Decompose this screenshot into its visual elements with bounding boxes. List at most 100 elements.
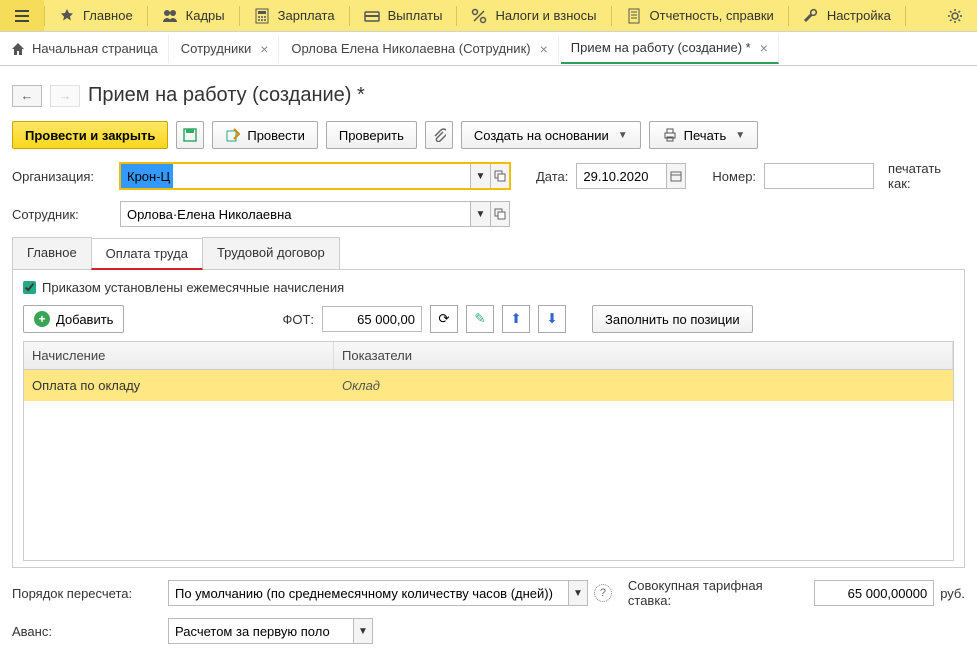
menu-salary[interactable]: Зарплата bbox=[240, 0, 349, 31]
open-ref-button[interactable] bbox=[490, 201, 510, 227]
tab-pay[interactable]: Оплата труда bbox=[91, 238, 203, 270]
crumb-hire-doc[interactable]: Прием на работу (создание) * × bbox=[561, 34, 779, 64]
star-icon bbox=[59, 8, 75, 24]
menu-label: Налоги и взносы bbox=[495, 8, 596, 23]
col-indicators[interactable]: Показатели bbox=[334, 342, 953, 369]
recalc-field: ▼ bbox=[168, 580, 588, 606]
advance-label: Аванс: bbox=[12, 624, 162, 639]
advance-input[interactable] bbox=[168, 618, 353, 644]
calendar-button[interactable] bbox=[666, 163, 686, 189]
number-input[interactable] bbox=[764, 163, 874, 189]
pay-toolbar: + Добавить ФОТ: ⟳ ✎ ⬆ ⬇ Заполнить по поз… bbox=[23, 305, 954, 333]
chevron-down-icon: ▼ bbox=[618, 130, 628, 141]
save-button[interactable] bbox=[176, 121, 204, 149]
home-icon bbox=[10, 41, 26, 57]
menu-hamburger[interactable] bbox=[0, 0, 44, 31]
tab-contract[interactable]: Трудовой договор bbox=[202, 237, 340, 269]
calendar-icon bbox=[670, 170, 682, 182]
chevron-down-icon: ▼ bbox=[735, 130, 745, 141]
advance-field: ▼ bbox=[168, 618, 373, 644]
close-icon[interactable]: × bbox=[540, 41, 548, 57]
menu-personnel[interactable]: Кадры bbox=[148, 0, 239, 31]
employee-label: Сотрудник: bbox=[12, 207, 112, 222]
menu-payments[interactable]: Выплаты bbox=[350, 0, 457, 31]
menu-label: Зарплата bbox=[278, 8, 335, 23]
open-icon bbox=[494, 170, 506, 182]
post-label: Провести bbox=[247, 128, 305, 143]
employee-row: Сотрудник: ▼ bbox=[12, 201, 965, 227]
recalc-input[interactable] bbox=[168, 580, 568, 606]
monthly-accrual-label: Приказом установлены ежемесячные начисле… bbox=[42, 280, 344, 295]
close-icon[interactable]: × bbox=[760, 40, 768, 56]
doc-toolbar: Провести и закрыть Провести Проверить Со… bbox=[12, 121, 965, 149]
add-button[interactable]: + Добавить bbox=[23, 305, 124, 333]
advance-row: Аванс: ▼ bbox=[12, 618, 965, 644]
org-field-wrap: ▼ bbox=[120, 163, 510, 189]
crumb-employee-card[interactable]: Орлова Елена Николаевна (Сотрудник) × bbox=[281, 35, 558, 63]
dropdown-button[interactable]: ▼ bbox=[353, 618, 373, 644]
subtabs: Главное Оплата труда Трудовой договор bbox=[12, 237, 965, 270]
monthly-accrual-checkbox[interactable] bbox=[23, 281, 36, 294]
percent-icon bbox=[471, 8, 487, 24]
close-icon[interactable]: × bbox=[260, 41, 268, 57]
print-button[interactable]: Печать ▼ bbox=[649, 121, 759, 149]
menu-settings[interactable]: Настройка bbox=[789, 0, 905, 31]
move-down-button[interactable]: ⬇ bbox=[538, 305, 566, 333]
open-ref-button[interactable] bbox=[490, 163, 510, 189]
crumb-employees[interactable]: Сотрудники × bbox=[171, 35, 280, 63]
fot-input[interactable] bbox=[322, 306, 422, 332]
help-button[interactable]: ? bbox=[594, 584, 612, 602]
wrench-icon bbox=[803, 8, 819, 24]
rate-input[interactable] bbox=[814, 580, 934, 606]
rate-unit: руб. bbox=[940, 586, 965, 601]
cell-indicators: Оклад bbox=[334, 370, 953, 401]
crumb-home[interactable]: Начальная страница bbox=[4, 35, 169, 63]
date-input[interactable] bbox=[576, 163, 666, 189]
add-label: Добавить bbox=[56, 312, 113, 327]
fill-by-position-button[interactable]: Заполнить по позиции bbox=[592, 305, 753, 333]
table-row[interactable]: Оплата по окладу Оклад bbox=[24, 370, 953, 401]
check-button[interactable]: Проверить bbox=[326, 121, 417, 149]
breadcrumb-tabs: Начальная страница Сотрудники × Орлова Е… bbox=[0, 32, 977, 66]
org-label: Организация: bbox=[12, 169, 112, 184]
tab-main[interactable]: Главное bbox=[12, 237, 92, 269]
date-field-wrap bbox=[576, 163, 686, 189]
dropdown-button[interactable]: ▼ bbox=[470, 201, 490, 227]
print-label: Печать bbox=[684, 128, 727, 143]
date-label: Дата: bbox=[536, 169, 568, 184]
arrow-up-icon: ⬆ bbox=[510, 311, 521, 327]
save-icon bbox=[182, 127, 198, 143]
people-icon bbox=[162, 8, 178, 24]
menu-gear[interactable] bbox=[933, 0, 977, 31]
move-up-button[interactable]: ⬆ bbox=[502, 305, 530, 333]
pay-panel: Приказом установлены ежемесячные начисле… bbox=[12, 270, 965, 568]
org-date-row: Организация: ▼ Дата: Номер: печатать как… bbox=[12, 161, 965, 191]
grid-body[interactable]: Оплата по окладу Оклад bbox=[24, 370, 953, 560]
main-menubar: Главное Кадры Зарплата Выплаты Налоги и … bbox=[0, 0, 977, 32]
menu-reports[interactable]: Отчетность, справки bbox=[612, 0, 788, 31]
employee-input[interactable] bbox=[120, 201, 470, 227]
create-based-button[interactable]: Создать на основании ▼ bbox=[461, 121, 641, 149]
post-and-close-button[interactable]: Провести и закрыть bbox=[12, 121, 168, 149]
refresh-button[interactable]: ⟳ bbox=[430, 305, 458, 333]
menu-main[interactable]: Главное bbox=[45, 0, 147, 31]
attach-button[interactable] bbox=[425, 121, 453, 149]
fot-label: ФОТ: bbox=[282, 312, 314, 327]
col-accrual[interactable]: Начисление bbox=[24, 342, 334, 369]
refresh-icon: ⟳ bbox=[438, 311, 449, 327]
menu-label: Настройка bbox=[827, 8, 891, 23]
org-input[interactable] bbox=[120, 163, 470, 189]
edit-button[interactable]: ✎ bbox=[466, 305, 494, 333]
nav-back-button[interactable]: ← bbox=[12, 85, 42, 107]
gear-icon bbox=[947, 8, 963, 24]
doc-icon bbox=[626, 8, 642, 24]
menu-taxes[interactable]: Налоги и взносы bbox=[457, 0, 610, 31]
pencil-icon: ✎ bbox=[474, 311, 485, 327]
post-button[interactable]: Провести bbox=[212, 121, 318, 149]
crumb-label: Орлова Елена Николаевна (Сотрудник) bbox=[291, 41, 530, 56]
dropdown-button[interactable]: ▼ bbox=[470, 163, 490, 189]
menu-label: Кадры bbox=[186, 8, 225, 23]
dropdown-button[interactable]: ▼ bbox=[568, 580, 588, 606]
monthly-accrual-row: Приказом установлены ежемесячные начисле… bbox=[23, 280, 954, 295]
number-label: Номер: bbox=[712, 169, 756, 184]
